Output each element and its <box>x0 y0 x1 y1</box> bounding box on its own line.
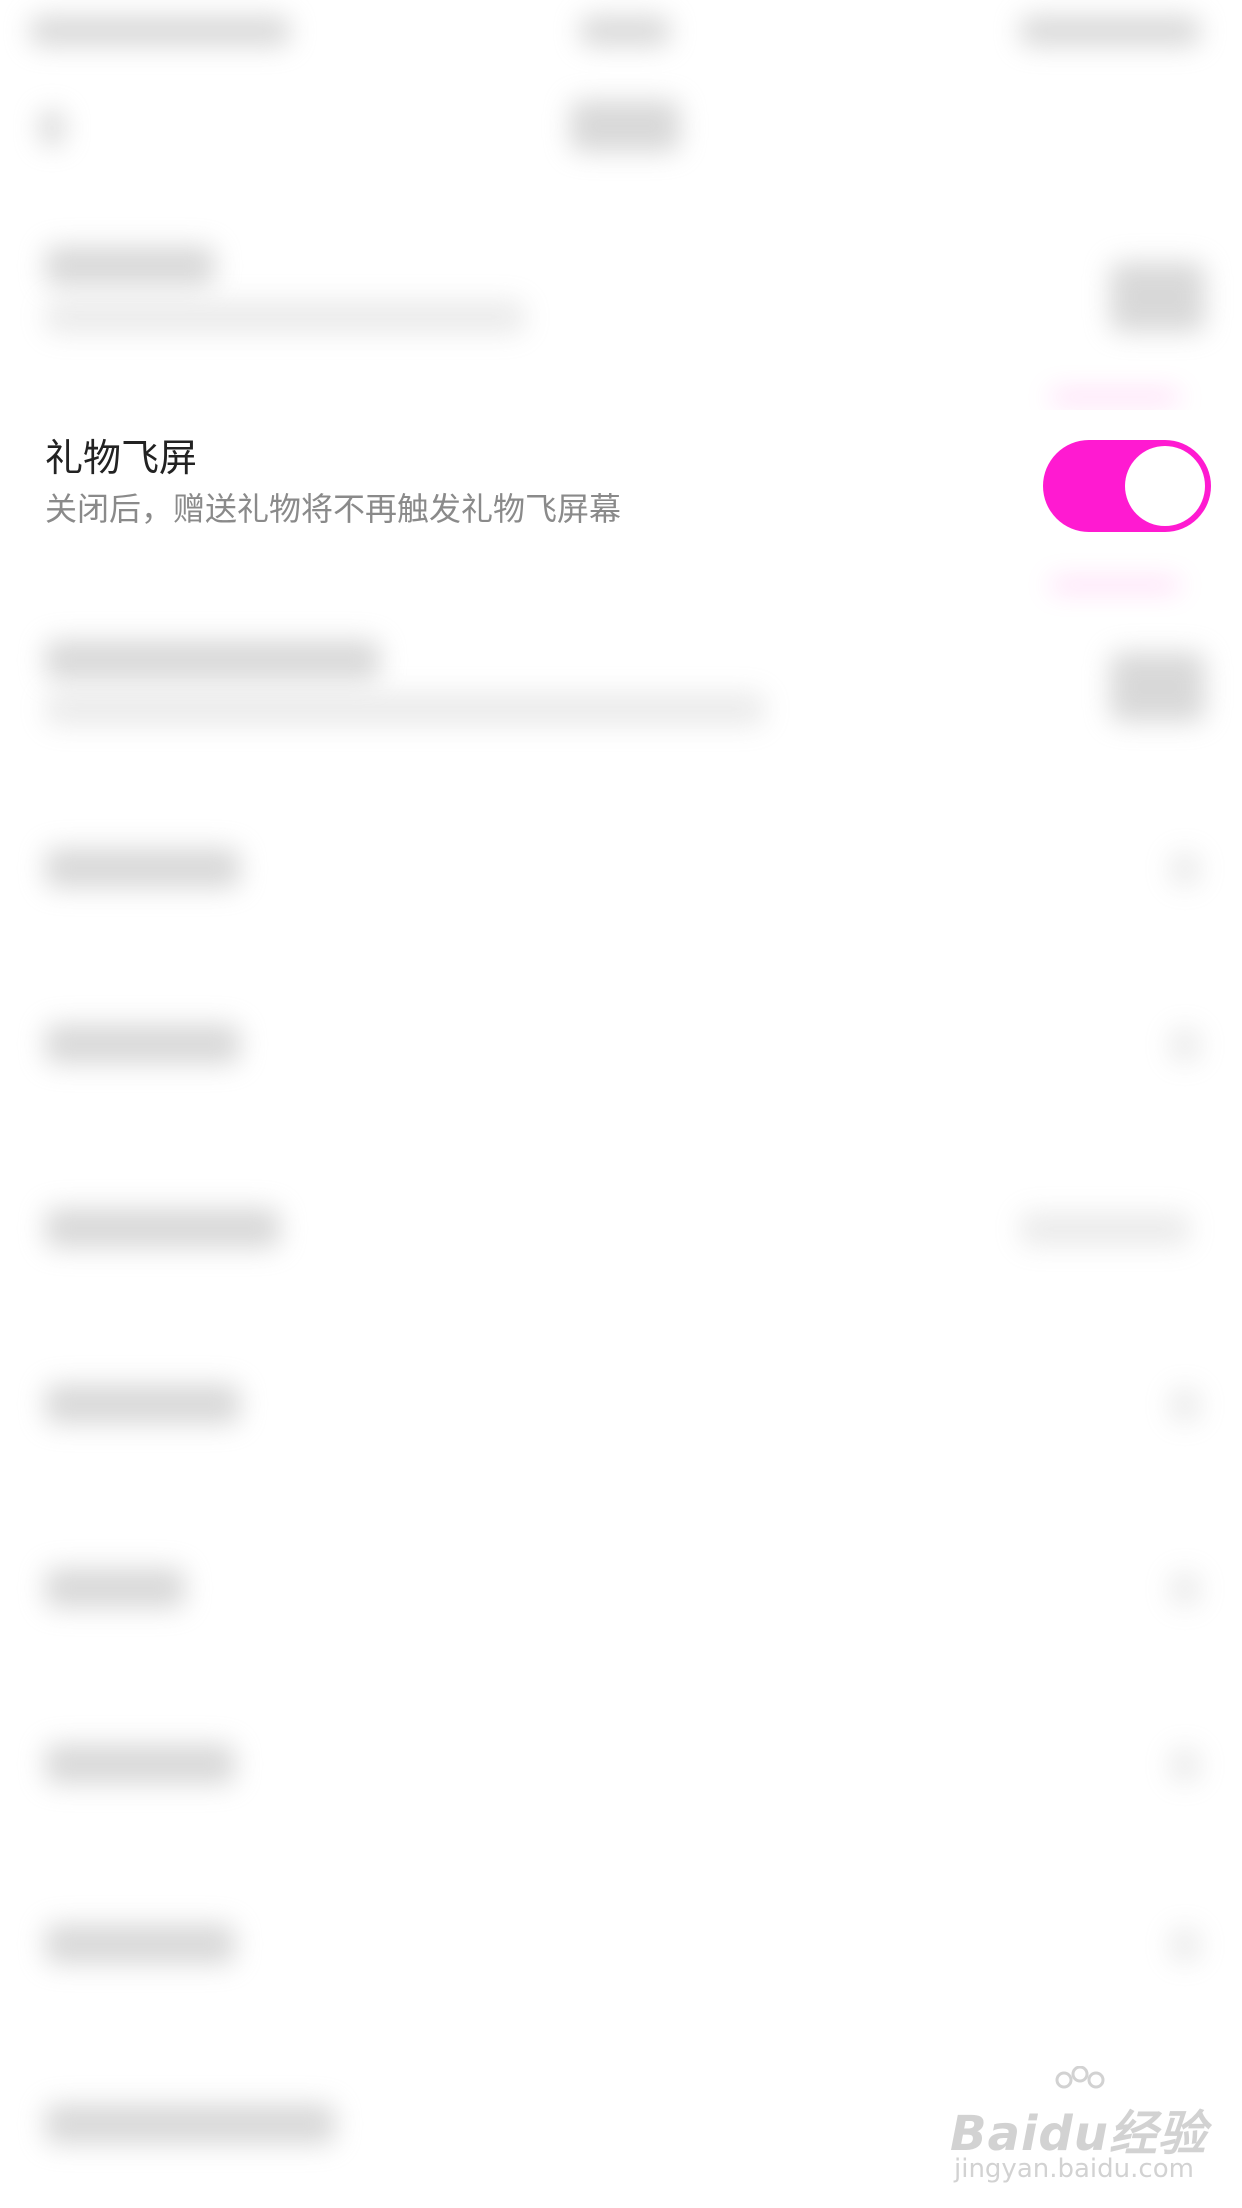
nav-title-blur <box>570 100 680 152</box>
setting-row-3-title-blur <box>45 640 380 680</box>
setting-row-1-subtitle-blur <box>45 300 525 334</box>
setting-row-1-toggle-blur[interactable] <box>1110 262 1205 332</box>
setting-row-4-chevron-blur <box>1170 852 1200 886</box>
setting-row-5-chevron-blur <box>1170 1028 1200 1062</box>
setting-row-10-label-blur[interactable] <box>45 1924 235 1964</box>
setting-row-9-chevron-blur <box>1170 1748 1200 1782</box>
toggle-knob <box>1125 446 1205 526</box>
setting-row-4-label-blur[interactable] <box>45 848 240 888</box>
setting-row-10-chevron-blur <box>1170 1928 1200 1962</box>
setting-row-3-subtitle-blur <box>45 692 765 726</box>
setting-title: 礼物飞屏 <box>45 436 198 480</box>
setting-row-7-label-blur[interactable] <box>45 1384 240 1424</box>
status-bar-left-blur <box>30 16 290 46</box>
setting-row-9-label-blur[interactable] <box>45 1744 235 1784</box>
status-bar-right-blur <box>1020 16 1200 46</box>
setting-row-3-toggle-blur[interactable] <box>1110 652 1205 722</box>
setting-row-1-title-blur <box>45 246 215 286</box>
setting-row-8-chevron-blur <box>1170 1572 1200 1606</box>
baidu-watermark: Baidu经验 jingyan.baidu.com <box>950 2066 1206 2190</box>
setting-row-8-label-blur[interactable] <box>45 1568 185 1608</box>
setting-row-11-label-blur[interactable] <box>45 2104 335 2144</box>
setting-row-1-divider-blur <box>1050 392 1180 402</box>
watermark-url: jingyan.baidu.com <box>954 2154 1194 2184</box>
setting-row-5-label-blur[interactable] <box>45 1024 240 1064</box>
setting-description: 关闭后，赠送礼物将不再触发礼物飞屏幕 <box>45 490 622 528</box>
setting-row-7-chevron-blur <box>1170 1388 1200 1422</box>
setting-row-6-label-blur[interactable] <box>45 1208 280 1248</box>
setting-row-2-divider-blur <box>1050 580 1180 590</box>
setting-row-gift-fly-screen: 礼物飞屏 关闭后，赠送礼物将不再触发礼物飞屏幕 <box>0 410 1242 560</box>
back-button-blur[interactable] <box>40 110 64 146</box>
gift-fly-screen-toggle[interactable] <box>1043 440 1211 532</box>
status-bar-time-blur <box>580 16 670 46</box>
setting-row-6-value-blur <box>1020 1212 1190 1246</box>
